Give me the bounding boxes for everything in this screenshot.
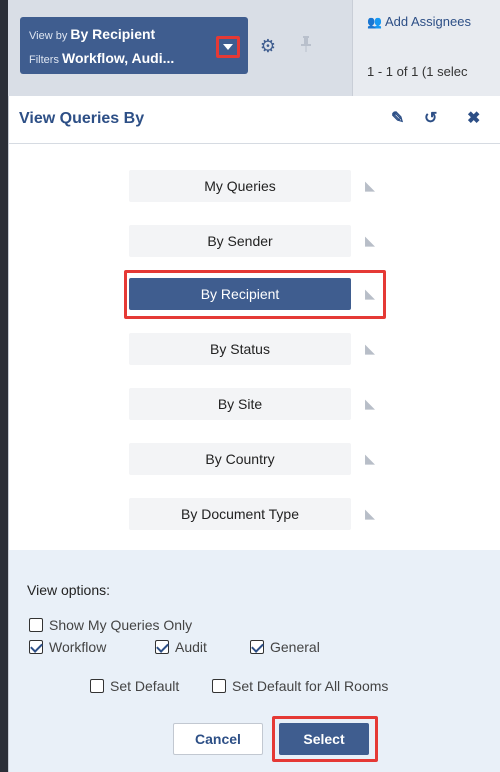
undo-icon[interactable]: ↺	[424, 108, 437, 128]
view-by-prefix: View by	[29, 30, 68, 42]
page-count: 1 - 1 of 1 (1 selec	[367, 64, 468, 79]
option-my-queries[interactable]: My Queries	[129, 170, 351, 202]
checkbox-label: Set Default for All Rooms	[232, 678, 389, 694]
checkbox-label: Workflow	[49, 639, 107, 655]
panel-header: View Queries By ✎ ↺ ✖	[9, 96, 500, 144]
checkbox-label: General	[270, 639, 320, 655]
select-button[interactable]: Select	[279, 723, 369, 755]
top-toolbar: View by By Recipient Filters Workflow, A…	[8, 0, 500, 96]
checkbox-label: Set Default	[110, 678, 180, 694]
left-edge-strip	[0, 0, 8, 772]
filters-value: Workflow, Audi...	[62, 50, 175, 66]
pin-icon[interactable]: ◣	[365, 341, 375, 357]
panel-title: View Queries By	[19, 110, 145, 127]
checkbox-box[interactable]	[250, 640, 264, 654]
add-assignees-label: Add Assignees	[384, 14, 471, 29]
audit-checkbox[interactable]: Audit	[155, 639, 207, 655]
checkbox-box[interactable]	[90, 679, 104, 693]
checkbox-box[interactable]	[29, 618, 43, 632]
pin-icon[interactable]	[300, 36, 312, 55]
view-queries-panel: View Queries By ✎ ↺ ✖ My Queries ◣ By Se…	[8, 96, 500, 772]
checkbox-label: Show My Queries Only	[49, 617, 193, 633]
general-checkbox[interactable]: General	[250, 639, 320, 655]
show-my-queries-only-checkbox[interactable]: Show My Queries Only	[29, 617, 192, 633]
pin-icon[interactable]: ◣	[365, 506, 375, 522]
pin-icon[interactable]: ◣	[365, 178, 375, 194]
set-default-all-rooms-checkbox[interactable]: Set Default for All Rooms	[212, 678, 388, 694]
checkbox-box[interactable]	[212, 679, 226, 693]
gear-icon[interactable]: ⚙	[258, 36, 278, 56]
set-default-checkbox[interactable]: Set Default	[90, 678, 179, 694]
option-by-status[interactable]: By Status	[129, 333, 351, 365]
option-by-recipient[interactable]: By Recipient	[129, 278, 351, 310]
pin-icon[interactable]: ◣	[365, 286, 375, 302]
checkbox-label: Audit	[175, 639, 207, 655]
pin-icon[interactable]: ◣	[365, 396, 375, 412]
cancel-button[interactable]: Cancel	[173, 723, 263, 755]
add-user-icon: 👥	[367, 15, 382, 29]
option-by-country[interactable]: By Country	[129, 443, 351, 475]
option-by-sender[interactable]: By Sender	[129, 225, 351, 257]
view-by-value: By Recipient	[70, 26, 156, 42]
view-options-footer: View options: Show My Queries Only Workf…	[9, 550, 500, 772]
workflow-checkbox[interactable]: Workflow	[29, 639, 106, 655]
pin-icon[interactable]: ◣	[365, 233, 375, 249]
option-by-document-type[interactable]: By Document Type	[129, 498, 351, 530]
add-assignees-button[interactable]: 👥 Add Assignees	[367, 14, 471, 29]
checkbox-box[interactable]	[29, 640, 43, 654]
option-by-site[interactable]: By Site	[129, 388, 351, 420]
results-header: 👥 Add Assignees 1 - 1 of 1 (1 selec	[352, 0, 500, 96]
view-by-selector[interactable]: View by By Recipient Filters Workflow, A…	[20, 17, 248, 74]
pin-icon[interactable]: ◣	[365, 451, 375, 467]
view-by-line: View by By Recipient	[29, 26, 155, 42]
close-icon[interactable]: ✖	[467, 108, 480, 128]
view-options-label: View options:	[27, 582, 111, 598]
filters-line: Filters Workflow, Audi...	[29, 50, 174, 66]
checkbox-box[interactable]	[155, 640, 169, 654]
pencil-icon[interactable]: ✎	[391, 108, 404, 128]
chevron-down-icon[interactable]	[216, 36, 240, 58]
filters-prefix: Filters	[29, 54, 59, 66]
